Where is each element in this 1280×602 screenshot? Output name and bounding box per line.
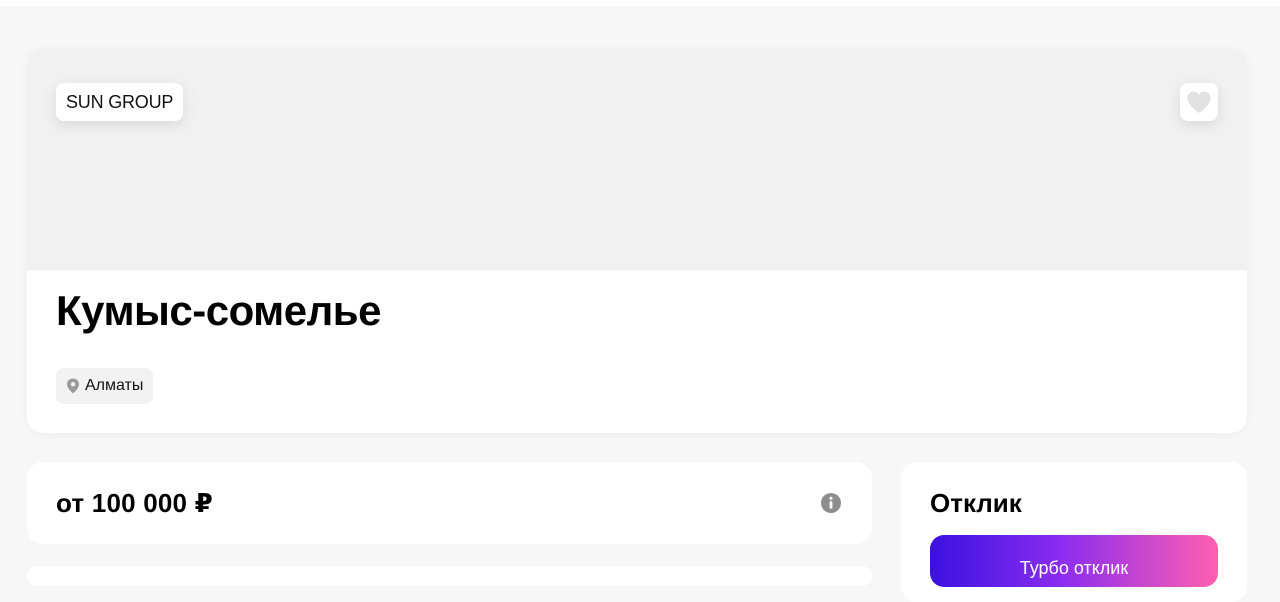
location-pin-icon bbox=[67, 378, 79, 394]
company-badge[interactable]: SUN GROUP bbox=[56, 83, 184, 121]
favorite-button[interactable] bbox=[1180, 83, 1218, 121]
response-card: Отклик Турбо отклик bbox=[901, 462, 1247, 602]
salary-amount: от 100 000 ₽ bbox=[56, 488, 213, 518]
vacancy-title: Кумыс-сомелье bbox=[56, 287, 381, 334]
top-strip bbox=[0, 0, 1280, 6]
turbo-response-button[interactable]: Турбо отклик bbox=[930, 535, 1218, 587]
response-title: Отклик bbox=[930, 488, 1022, 518]
next-card bbox=[27, 566, 872, 586]
vacancy-banner bbox=[27, 48, 1247, 270]
info-icon[interactable] bbox=[820, 492, 842, 514]
heart-icon bbox=[1187, 91, 1211, 113]
vacancy-header-card: SUN GROUP Кумыс-сомелье Алматы bbox=[27, 48, 1247, 433]
location-label: Алматы bbox=[85, 377, 144, 394]
salary-card: от 100 000 ₽ bbox=[27, 462, 872, 544]
location-chip[interactable]: Алматы bbox=[56, 368, 154, 404]
